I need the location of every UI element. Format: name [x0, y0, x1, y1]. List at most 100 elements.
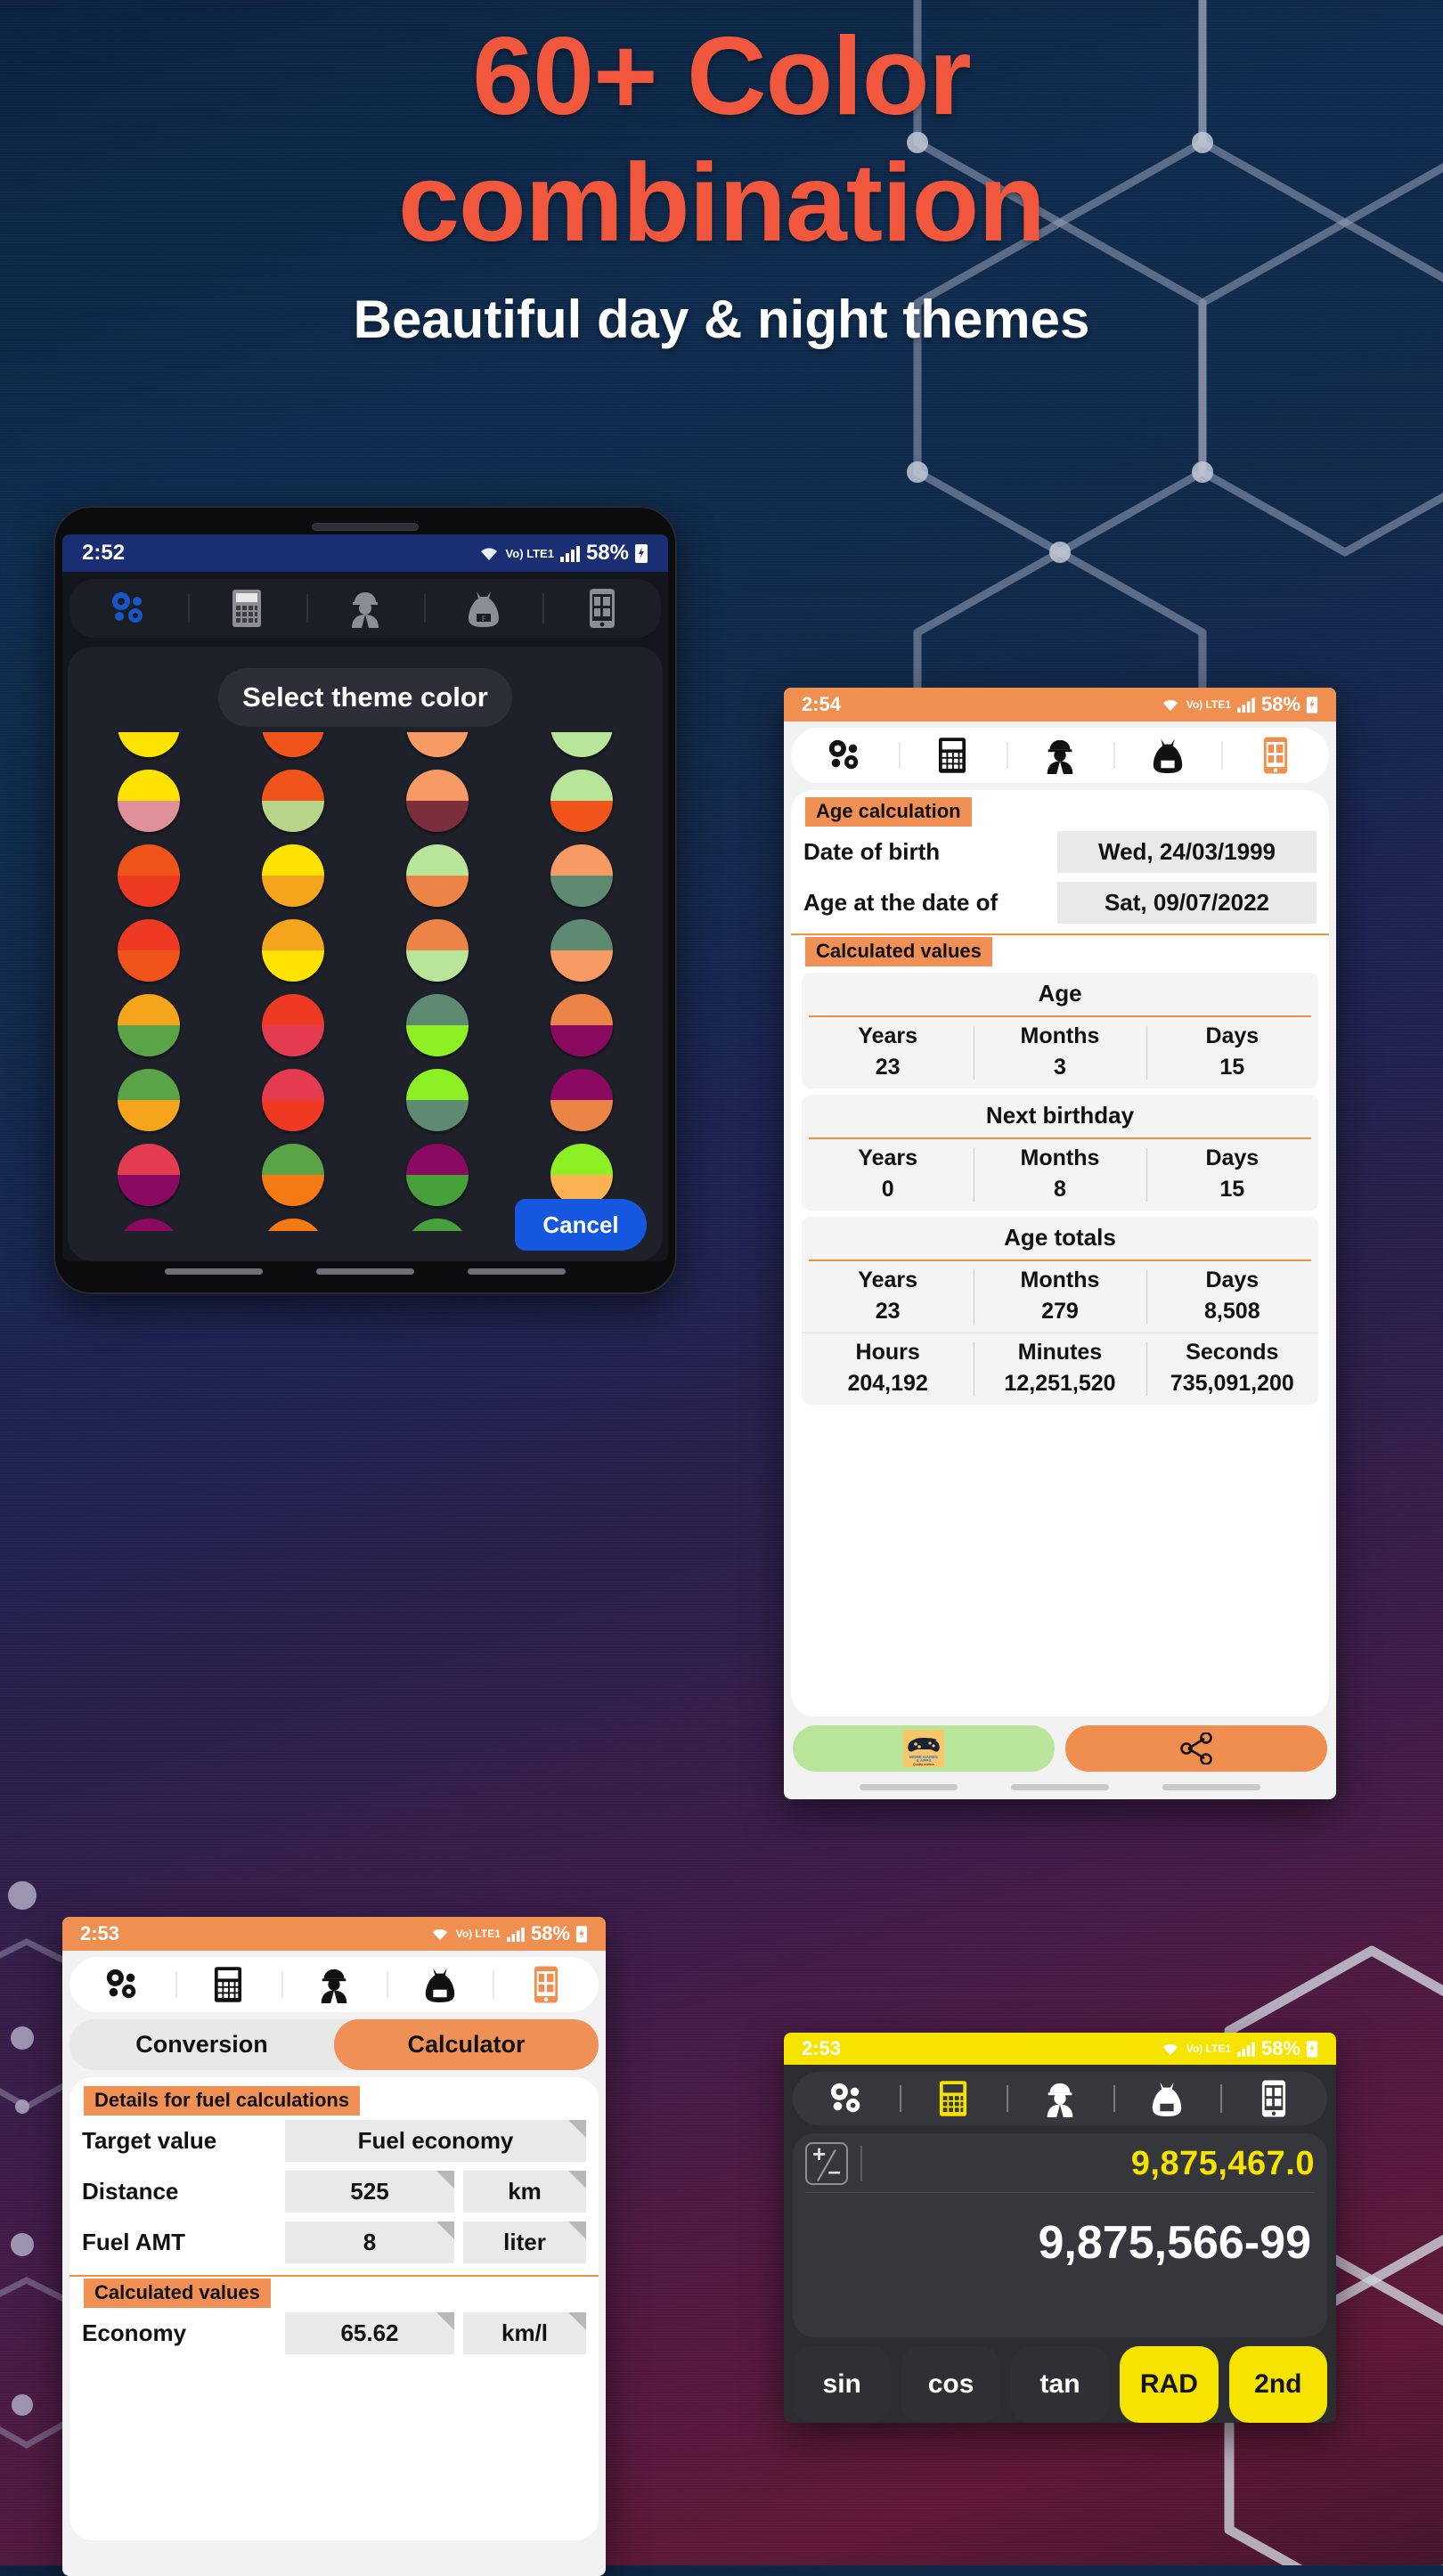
- value-field[interactable]: 8: [285, 2221, 454, 2263]
- theme-swatch[interactable]: [406, 994, 469, 1056]
- wifi-icon: [1162, 699, 1178, 712]
- table-caption: Next birthday: [985, 1102, 1135, 1129]
- nav-item-engineer[interactable]: [306, 589, 425, 628]
- theme-swatch[interactable]: [118, 1219, 180, 1231]
- status-indicators: Vo) LTE1 58%: [477, 541, 648, 566]
- app-nav-bar[interactable]: [791, 728, 1329, 783]
- section-header-calculated-values: Calculated values: [84, 2278, 271, 2308]
- calculator-key-tan[interactable]: tan: [1010, 2346, 1110, 2423]
- engineer-icon: [351, 592, 379, 628]
- theme-swatch[interactable]: [118, 994, 180, 1056]
- nav-item-gears[interactable]: [69, 1967, 175, 2002]
- theme-swatch[interactable]: [406, 1144, 469, 1206]
- theme-swatch[interactable]: [406, 1219, 469, 1231]
- field-label: Distance: [82, 2178, 179, 2205]
- value-field[interactable]: Fuel economy: [285, 2120, 586, 2162]
- phone-tools-icon: [1261, 2080, 1286, 2117]
- theme-swatch[interactable]: [118, 844, 180, 907]
- calculator-icon: [939, 2081, 967, 2116]
- nav-item-phone-tools[interactable]: [542, 588, 661, 629]
- calculator-keypad-row[interactable]: sin cos tan RAD 2nd: [784, 2337, 1336, 2423]
- theme-swatch[interactable]: [550, 1069, 613, 1131]
- theme-swatch[interactable]: [262, 1144, 324, 1206]
- value-field[interactable]: 65.62: [285, 2312, 454, 2354]
- theme-swatch[interactable]: [406, 1069, 469, 1131]
- nav-item-engineer[interactable]: [281, 1966, 387, 2003]
- theme-swatch[interactable]: [262, 844, 324, 907]
- theme-swatch[interactable]: [262, 1069, 324, 1131]
- theme-swatch[interactable]: [118, 1144, 180, 1206]
- theme-swatch[interactable]: [406, 919, 469, 982]
- theme-swatch[interactable]: [550, 732, 613, 757]
- theme-swatch[interactable]: [406, 732, 469, 757]
- gesture-nav-bar[interactable]: [784, 1777, 1336, 1799]
- nav-item-money-bag[interactable]: F: [424, 589, 542, 628]
- phone-tools-icon: [589, 589, 615, 628]
- column-header: Seconds: [1186, 1340, 1279, 1365]
- nav-item-engineer[interactable]: [1006, 737, 1114, 774]
- nav-item-money-bag[interactable]: [1113, 737, 1221, 774]
- theme-swatch[interactable]: [550, 844, 613, 907]
- plus-minus-icon[interactable]: [805, 2142, 848, 2185]
- money-bag-icon: F: [468, 591, 499, 627]
- date-of-birth-field[interactable]: Wed, 24/03/1999: [1057, 831, 1317, 873]
- battery-icon: [1306, 697, 1318, 713]
- theme-swatch[interactable]: [406, 770, 469, 832]
- phone-earpiece: [62, 518, 668, 534]
- age-at-date-field[interactable]: Sat, 09/07/2022: [1057, 882, 1317, 924]
- app-nav-bar[interactable]: [69, 1957, 599, 2012]
- theme-swatch[interactable]: [262, 1219, 324, 1231]
- calculator-key-sin[interactable]: sin: [793, 2346, 892, 2423]
- table-cell: Years 0: [802, 1139, 974, 1211]
- nav-item-gears[interactable]: [793, 2081, 900, 2116]
- mode-tab-group[interactable]: Conversion Calculator: [69, 2019, 599, 2070]
- theme-swatch[interactable]: [550, 919, 613, 982]
- nav-item-phone-tools[interactable]: [1221, 736, 1329, 775]
- theme-swatch[interactable]: [262, 732, 324, 757]
- calculator-key-cos[interactable]: cos: [901, 2346, 1000, 2423]
- tab-calculator[interactable]: Calculator: [334, 2019, 599, 2070]
- theme-swatch[interactable]: [262, 770, 324, 832]
- share-button[interactable]: [1065, 1725, 1327, 1772]
- display-top-row: 9,875,467.0: [805, 2142, 1315, 2185]
- tab-conversion[interactable]: Conversion: [69, 2019, 334, 2070]
- theme-swatch[interactable]: [118, 919, 180, 982]
- status-time: 2:53: [80, 1922, 120, 1944]
- theme-swatch[interactable]: [550, 1144, 613, 1206]
- nav-item-phone-tools[interactable]: [493, 1965, 599, 2004]
- nav-item-money-bag[interactable]: [1113, 2080, 1220, 2117]
- app-nav-bar[interactable]: [793, 2072, 1327, 2125]
- theme-swatch[interactable]: [550, 770, 613, 832]
- more-games-and-apps-button[interactable]: MORE GAMES & APPS Quality matters: [793, 1725, 1055, 1772]
- nav-item-money-bag[interactable]: [387, 1966, 493, 2003]
- unit-field[interactable]: km: [463, 2171, 586, 2213]
- unit-field[interactable]: liter: [463, 2221, 586, 2263]
- gears-icon: [107, 1969, 136, 1999]
- phone-frame: 2:52 Vo) LTE1 58% F Select theme color C…: [53, 506, 677, 1294]
- cancel-button[interactable]: Cancel: [515, 1199, 647, 1251]
- network-label: Vo) LTE1: [455, 1928, 501, 1940]
- theme-swatch-grid[interactable]: [77, 732, 654, 1231]
- theme-swatch[interactable]: [406, 844, 469, 907]
- value-field[interactable]: 525: [285, 2171, 454, 2213]
- nav-item-gears[interactable]: [69, 590, 188, 627]
- unit-field[interactable]: km/l: [463, 2312, 586, 2354]
- theme-swatch[interactable]: [118, 732, 180, 757]
- nav-item-calculator[interactable]: [175, 1966, 281, 2003]
- nav-item-calculator[interactable]: [187, 589, 306, 628]
- table-row: Years 23 Months 279 Days 8,508: [802, 1261, 1318, 1333]
- nav-item-calculator[interactable]: [900, 2080, 1007, 2117]
- theme-swatch[interactable]: [118, 770, 180, 832]
- theme-swatch[interactable]: [262, 919, 324, 982]
- calculator-key-rad[interactable]: RAD: [1120, 2346, 1219, 2423]
- nav-item-gears[interactable]: [791, 738, 899, 773]
- nav-item-phone-tools[interactable]: [1220, 2079, 1327, 2118]
- app-nav-bar[interactable]: F: [69, 579, 661, 638]
- nav-item-engineer[interactable]: [1007, 2080, 1113, 2117]
- theme-swatch[interactable]: [118, 1069, 180, 1131]
- theme-swatch[interactable]: [550, 994, 613, 1056]
- theme-swatch[interactable]: [262, 994, 324, 1056]
- nav-item-calculator[interactable]: [898, 737, 1007, 774]
- calculator-key-2nd[interactable]: 2nd: [1228, 2346, 1328, 2423]
- gesture-nav-bar[interactable]: [62, 1261, 668, 1275]
